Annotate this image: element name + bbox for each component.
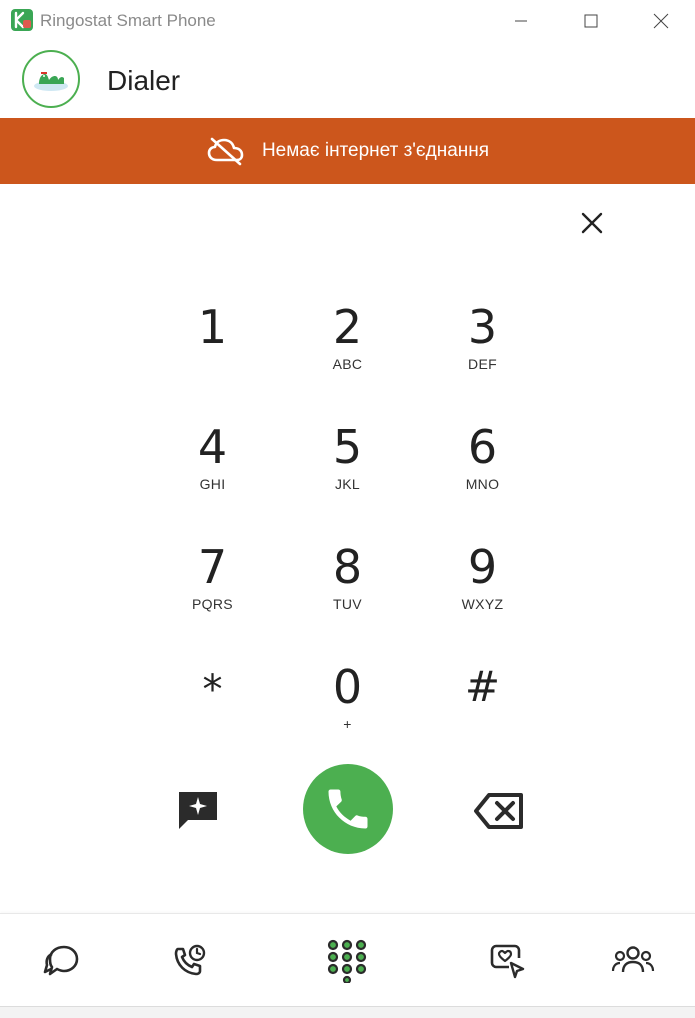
window-title: Ringostat Smart Phone: [40, 11, 216, 30]
key-digit: 0: [332, 660, 363, 714]
key-letters: JKL: [334, 476, 361, 492]
key-4[interactable]: 4 GHI: [145, 410, 280, 510]
page-title: Dialer: [107, 65, 181, 96]
key-digit: 6: [467, 420, 498, 474]
key-digit: 4: [197, 420, 228, 474]
key-letters: ABC: [332, 356, 363, 372]
window-bottom-edge: [0, 1006, 695, 1018]
key-1[interactable]: 1: [145, 290, 280, 390]
cloud-offline-icon: [207, 137, 244, 166]
key-digit: 2: [332, 300, 363, 354]
nav-favorites[interactable]: [482, 936, 532, 986]
nav-contacts[interactable]: [608, 936, 658, 986]
minimize-button[interactable]: [486, 0, 556, 42]
key-digit: *: [202, 667, 223, 713]
key-digit: 1: [197, 300, 228, 354]
key-letters: TUV: [333, 596, 362, 612]
key-hash[interactable]: #: [415, 650, 550, 750]
chat-icon: [43, 945, 79, 976]
dialpad-icon: [327, 939, 367, 983]
key-digit: 8: [332, 540, 363, 594]
key-letters: +: [343, 716, 352, 732]
avatar[interactable]: [22, 50, 80, 108]
key-3[interactable]: 3 DEF: [415, 290, 550, 390]
key-digit: 5: [332, 420, 363, 474]
offline-banner: Немає інтернет з'єднання: [0, 118, 695, 184]
clear-input-button[interactable]: [572, 203, 612, 243]
key-2[interactable]: 2 ABC: [280, 290, 415, 390]
key-digit: 3: [467, 300, 498, 354]
nav-chats[interactable]: [37, 936, 87, 986]
backspace-button[interactable]: [471, 788, 527, 834]
maximize-button[interactable]: [556, 0, 626, 42]
key-letters: PQRS: [192, 596, 233, 612]
key-star[interactable]: *: [145, 650, 280, 750]
key-7[interactable]: 7 PQRS: [145, 530, 280, 630]
backspace-icon: [474, 793, 523, 829]
close-window-button[interactable]: [626, 0, 695, 42]
message-sparkle-icon: [179, 792, 217, 829]
call-history-icon: [174, 944, 206, 976]
offline-banner-text: Немає інтернет з'єднання: [261, 140, 490, 161]
heart-cursor-icon: [490, 944, 525, 979]
key-letters: MNO: [465, 476, 500, 492]
phone-icon: [328, 789, 368, 829]
close-icon: [581, 212, 603, 234]
key-0[interactable]: 0 +: [280, 650, 415, 750]
key-letters: DEF: [468, 356, 497, 372]
bottom-navigation: [0, 913, 695, 1010]
nav-dialpad[interactable]: [322, 936, 372, 986]
key-6[interactable]: 6 MNO: [415, 410, 550, 510]
key-9[interactable]: 9 WXYZ: [415, 530, 550, 630]
key-8[interactable]: 8 TUV: [280, 530, 415, 630]
app-header: Dialer: [0, 42, 695, 118]
key-digit: 7: [197, 540, 228, 594]
nav-call-history[interactable]: [164, 936, 214, 986]
window-titlebar: Ringostat Smart Phone: [0, 0, 695, 42]
key-5[interactable]: 5 JKL: [280, 410, 415, 510]
key-digit: 9: [467, 540, 498, 594]
send-sms-button[interactable]: [175, 788, 221, 834]
avatar-dino-icon: [34, 72, 68, 91]
key-digit: #: [464, 662, 501, 711]
ringostat-logo-icon: [11, 9, 33, 31]
contacts-icon: [611, 946, 655, 973]
key-letters: WXYZ: [461, 596, 504, 612]
key-letters: GHI: [199, 476, 226, 492]
call-button[interactable]: [303, 764, 393, 854]
